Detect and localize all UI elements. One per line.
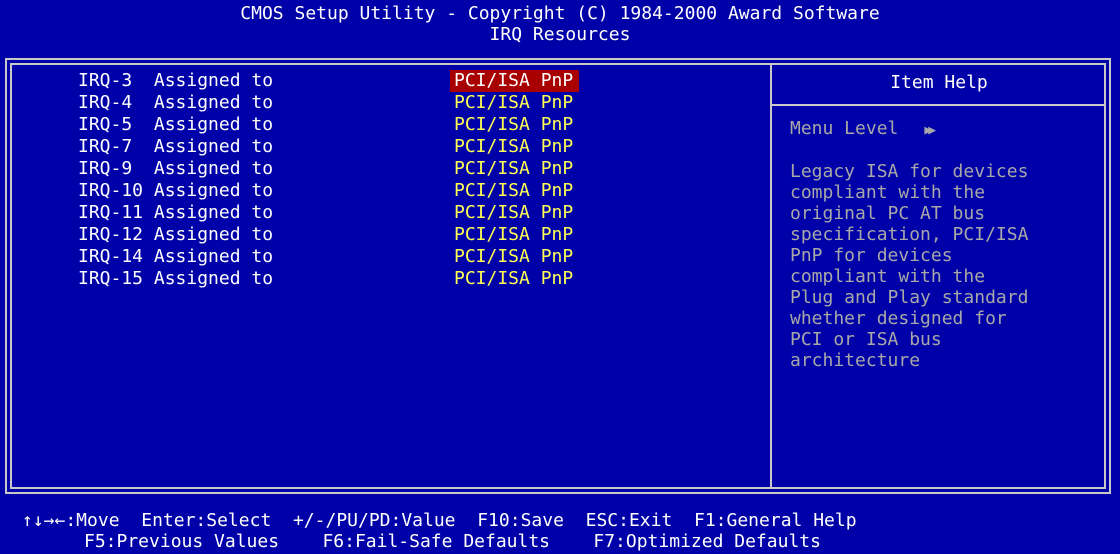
irq-row-3[interactable]: IRQ-3 Assigned to PCI/ISA PnP	[0, 70, 580, 92]
help-line: specification, PCI/ISA	[790, 224, 1029, 245]
item-help-title: Item Help	[890, 72, 988, 93]
key-hint-value: +/-/PU/PD:Value	[292, 510, 456, 531]
menu-level: Menu Level ▶▶	[790, 118, 936, 142]
irq-row-label: IRQ-11 Assigned to	[78, 202, 274, 223]
irq-row-label: IRQ-10 Assigned to	[78, 180, 274, 201]
key-hint-optimized-defaults: F7:Optimized Defaults	[593, 531, 821, 552]
key-hint-save: F10:Save	[477, 510, 564, 531]
key-help-bar-1: ↑↓→←:Move Enter:Select +/-/PU/PD:Value F…	[22, 510, 1120, 532]
help-line: PnP for devices	[790, 245, 953, 266]
irq-row-value[interactable]: PCI/ISA PnP	[450, 180, 579, 202]
irq-row-value[interactable]: PCI/ISA PnP	[450, 246, 579, 268]
irq-row-label: IRQ-4 Assigned to	[78, 92, 274, 113]
item-help-text: Legacy ISA for devices compliant with th…	[790, 161, 1106, 371]
help-line: original PC AT bus	[790, 203, 986, 224]
key-hint-general-help: F1:General Help	[694, 510, 857, 531]
irq-row-5[interactable]: IRQ-5 Assigned to PCI/ISA PnP	[0, 114, 573, 135]
key-hint-move: ↑↓→←:Move	[22, 510, 120, 531]
key-help-bar-2: F5:Previous Values F6:Fail-Safe Defaults…	[84, 531, 1120, 553]
irq-row-15[interactable]: IRQ-15 Assigned to PCI/ISA PnP	[0, 268, 573, 289]
irq-row-label: IRQ-14 Assigned to	[78, 246, 274, 267]
irq-row-value[interactable]: PCI/ISA PnP	[450, 136, 579, 158]
irq-row-4[interactable]: IRQ-4 Assigned to PCI/ISA PnP	[0, 92, 573, 113]
help-line: Plug and Play standard	[790, 287, 1029, 308]
irq-row-value[interactable]: PCI/ISA PnP	[450, 158, 579, 180]
irq-row-label: IRQ-15 Assigned to	[78, 268, 274, 289]
key-hint-exit: ESC:Exit	[585, 510, 673, 531]
irq-row-value[interactable]: PCI/ISA PnP	[450, 268, 579, 290]
help-line: Legacy ISA for devices	[790, 161, 1029, 182]
key-hint-previous-values: F5:Previous Values	[84, 531, 280, 552]
app-title: CMOS Setup Utility - Copyright (C) 1984-…	[240, 3, 880, 24]
irq-row-label: IRQ-9 Assigned to	[78, 158, 274, 179]
irq-row-value[interactable]: PCI/ISA PnP	[450, 70, 580, 92]
irq-row-14[interactable]: IRQ-14 Assigned to PCI/ISA PnP	[0, 246, 573, 267]
irq-row-value[interactable]: PCI/ISA PnP	[450, 224, 579, 246]
irq-row-value[interactable]: PCI/ISA PnP	[450, 202, 579, 224]
panel-divider	[770, 63, 772, 489]
irq-row-label: IRQ-7 Assigned to	[78, 136, 274, 157]
key-hint-select: Enter:Select	[141, 510, 272, 531]
menu-level-label: Menu Level	[790, 118, 899, 139]
help-line: whether designed for	[790, 308, 1007, 329]
irq-row-label: IRQ-12 Assigned to	[78, 224, 274, 245]
double-right-arrow-icon: ▶▶	[924, 123, 935, 138]
help-line: PCI or ISA bus	[790, 329, 942, 350]
help-line: compliant with the	[790, 266, 986, 287]
irq-row-11[interactable]: IRQ-11 Assigned to PCI/ISA PnP	[0, 202, 573, 223]
irq-row-10[interactable]: IRQ-10 Assigned to PCI/ISA PnP	[0, 180, 573, 201]
page-title: IRQ Resources	[489, 24, 631, 45]
irq-row-label: IRQ-3 Assigned to	[78, 70, 274, 91]
irq-row-label: IRQ-5 Assigned to	[78, 114, 274, 135]
irq-row-12[interactable]: IRQ-12 Assigned to PCI/ISA PnP	[0, 224, 573, 245]
irq-row-value[interactable]: PCI/ISA PnP	[450, 114, 579, 136]
irq-row-value[interactable]: PCI/ISA PnP	[450, 92, 579, 114]
help-title-divider	[772, 104, 1106, 106]
key-hint-fail-safe-defaults: F6:Fail-Safe Defaults	[322, 531, 551, 552]
help-line: architecture	[790, 350, 921, 371]
help-line: compliant with the	[790, 182, 986, 203]
irq-row-9[interactable]: IRQ-9 Assigned to PCI/ISA PnP	[0, 158, 573, 179]
irq-row-7[interactable]: IRQ-7 Assigned to PCI/ISA PnP	[0, 136, 573, 157]
